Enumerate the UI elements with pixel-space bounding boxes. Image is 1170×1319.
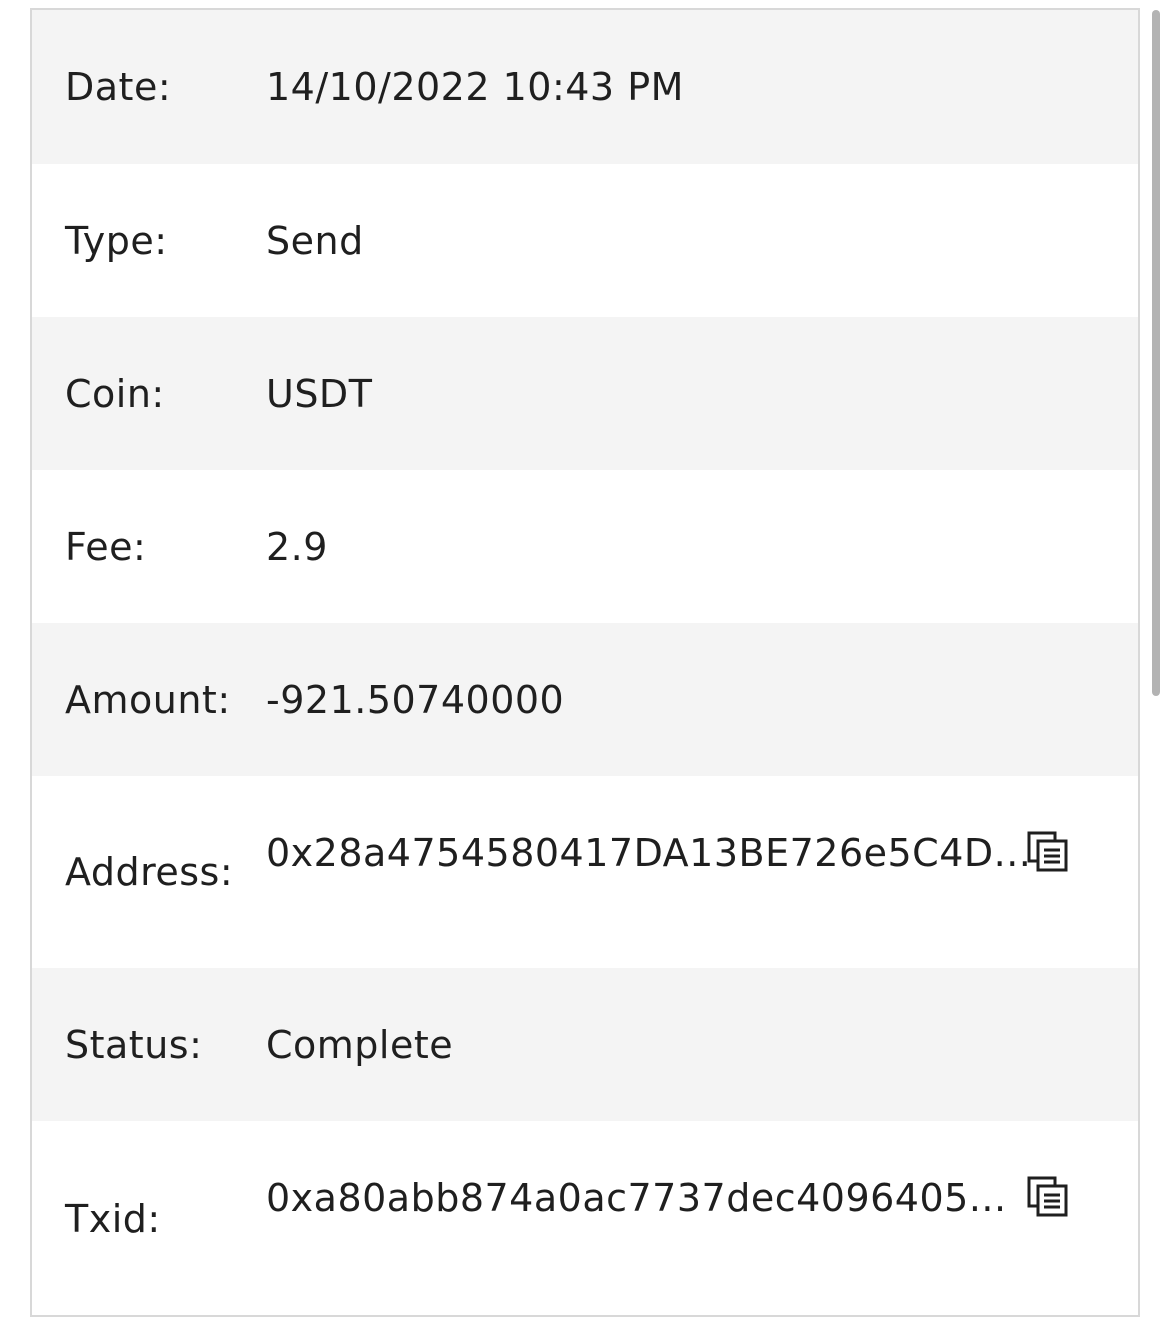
detail-row-status: Status: Complete: [32, 968, 1138, 1121]
detail-row-amount: Amount: -921.50740000: [32, 623, 1138, 776]
detail-row-txid: Txid: 0xa80abb874a0ac7737dec4096405...: [32, 1121, 1138, 1315]
detail-row-address: Address: 0x28a4754580417DA13BE726e5C4D..…: [32, 776, 1138, 968]
coin-value: USDT: [266, 372, 373, 416]
detail-row-fee: Fee: 2.9: [32, 470, 1138, 623]
date-label: Date:: [65, 65, 172, 109]
type-value: Send: [266, 219, 364, 263]
scrollbar[interactable]: [1152, 10, 1160, 696]
copy-txid-icon[interactable]: [1027, 1176, 1069, 1218]
transaction-details-panel: Date: 14/10/2022 10:43 PM Type: Send Coi…: [30, 8, 1140, 1317]
status-value: Complete: [266, 1023, 454, 1067]
fee-value: 2.9: [266, 525, 328, 569]
status-label: Status:: [65, 1023, 203, 1067]
txid-label: Txid:: [65, 1197, 161, 1241]
type-label: Type:: [65, 219, 168, 263]
txid-value[interactable]: 0xa80abb874a0ac7737dec4096405...: [266, 1176, 1007, 1220]
detail-row-type: Type: Send: [32, 164, 1138, 317]
copy-address-icon[interactable]: [1027, 831, 1069, 873]
amount-value: -921.50740000: [266, 678, 565, 722]
address-value[interactable]: 0x28a4754580417DA13BE726e5C4D...: [266, 831, 1031, 875]
date-value: 14/10/2022 10:43 PM: [266, 65, 684, 109]
address-label: Address:: [65, 850, 234, 894]
coin-label: Coin:: [65, 372, 165, 416]
fee-label: Fee:: [65, 525, 147, 569]
detail-row-date: Date: 14/10/2022 10:43 PM: [32, 10, 1138, 164]
detail-row-coin: Coin: USDT: [32, 317, 1138, 470]
amount-label: Amount:: [65, 678, 231, 722]
